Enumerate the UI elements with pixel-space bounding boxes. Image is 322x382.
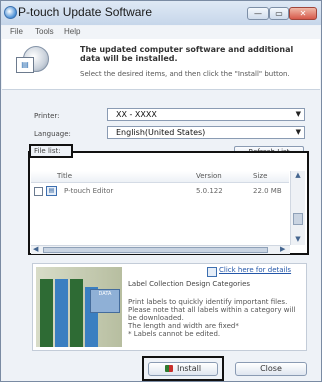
install-label: Install [176,364,202,373]
minimize-button[interactable]: — [247,7,269,20]
row-size: 22.0 MB [253,187,282,195]
language-select[interactable]: English(United States) ▼ [107,126,305,139]
printer-select[interactable]: XX - XXXX ▼ [107,108,305,121]
app-window: P-touch Update Software — ▭ ✕ File Tools… [0,0,322,382]
close-window-button[interactable]: ✕ [289,7,317,20]
image-caption: DATA [90,289,120,313]
scroll-thumb[interactable] [293,213,303,225]
app-icon [4,6,17,19]
language-value: English(United States) [116,128,206,137]
scroll-down-icon[interactable]: ▼ [293,235,303,244]
printer-value: XX - XXXX [116,110,157,119]
menu-tools[interactable]: Tools [35,27,54,36]
install-button[interactable]: Install [148,362,218,376]
scroll-right-icon[interactable]: ▶ [280,245,285,253]
window-overlay-icon: ▤ [16,57,34,73]
column-version[interactable]: Version [196,172,222,180]
ad-title: Label Collection Design Categories [128,280,251,288]
scroll-left-icon[interactable]: ◀ [33,245,38,253]
application-icon: ▤ [46,186,57,196]
header-title: The updated computer software and additi… [80,45,294,63]
table-row[interactable]: ▤ P-touch Editor 5.0.122 22.0 MB [31,186,289,198]
column-size[interactable]: Size [253,172,267,180]
scroll-up-icon[interactable]: ▲ [293,171,303,180]
row-title: P-touch Editor [64,187,114,195]
header-instruction: Select the desired items, and then click… [80,70,290,78]
horizontal-scrollbar[interactable]: ◀ ▶ [31,245,290,254]
ad-description: Print labels to quickly identify importa… [128,298,296,338]
file-list-label: File list: [29,144,73,158]
binders-image: DATA [36,267,122,347]
chevron-down-icon: ▼ [295,128,301,136]
install-icon [164,365,173,372]
details-link[interactable]: Click here for details [219,266,291,274]
menu-help[interactable]: Help [64,27,80,36]
language-label: Language: [34,130,71,138]
binder-graphic [55,279,68,347]
vertical-scrollbar[interactable]: ▲ ▼ [290,171,305,245]
label-collection-panel: DATA Click here for details Label Collec… [32,263,307,351]
file-list-box [28,151,309,255]
document-icon [207,267,217,277]
window-title: P-touch Update Software [18,5,153,19]
binder-graphic [40,279,53,347]
file-list-header: Title Version Size [31,171,289,183]
printer-label: Printer: [34,112,60,120]
maximize-button[interactable]: ▭ [269,7,289,20]
scroll-thumb[interactable] [43,247,268,253]
menu-file[interactable]: File [10,27,23,36]
row-version: 5.0.122 [196,187,223,195]
title-bar[interactable]: P-touch Update Software — ▭ ✕ [1,1,321,25]
chevron-down-icon: ▼ [295,110,301,118]
menu-bar: File Tools Help [2,26,320,39]
row-checkbox[interactable] [34,187,43,196]
column-title[interactable]: Title [57,172,72,180]
header-panel: ▤ The updated computer software and addi… [2,39,320,90]
binder-graphic [70,279,83,347]
close-button[interactable]: Close [235,362,307,376]
